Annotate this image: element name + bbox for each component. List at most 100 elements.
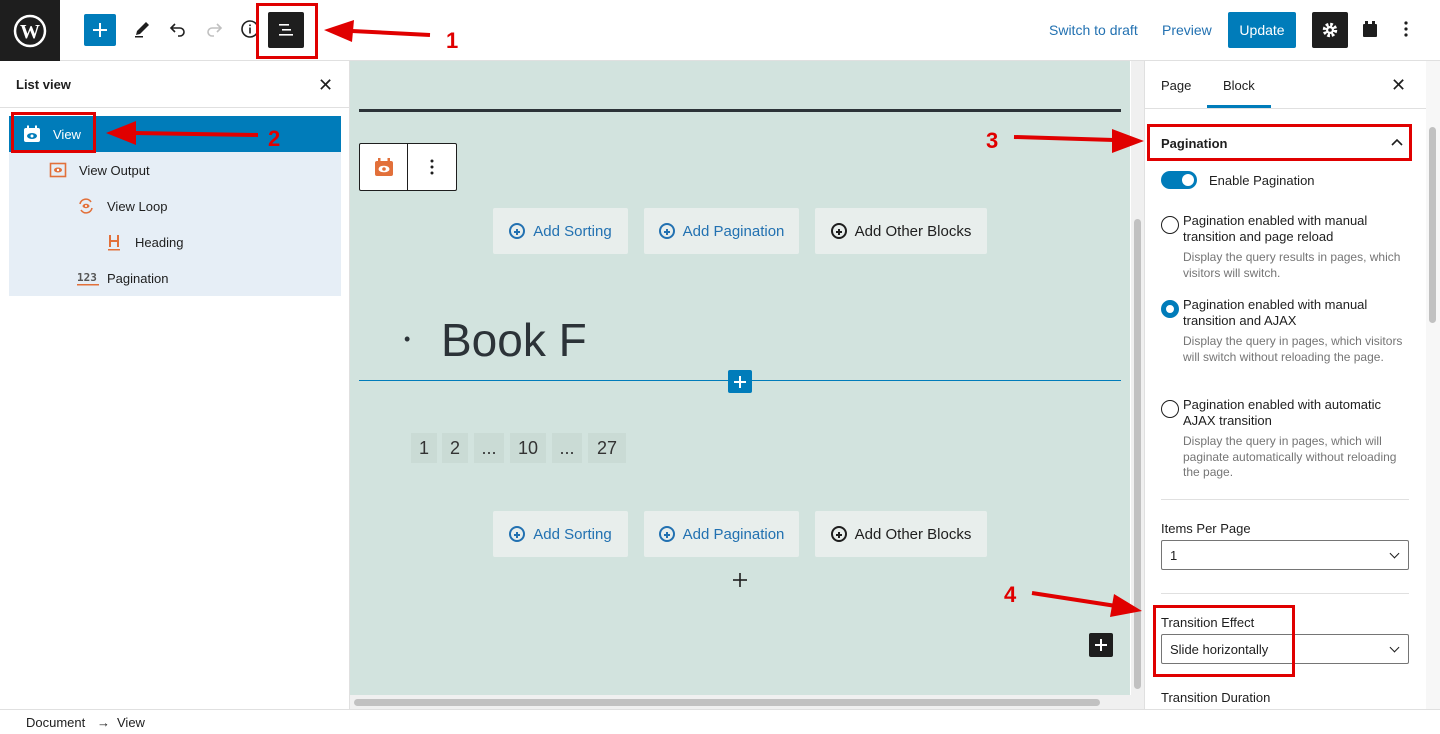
add-circle-icon — [509, 223, 526, 239]
pagination-page[interactable]: 27 — [588, 433, 626, 463]
tab-block[interactable]: Block — [1223, 78, 1255, 93]
append-block-button[interactable] — [1089, 633, 1113, 657]
pagination-page[interactable]: 1 — [411, 433, 437, 463]
block-options-button[interactable] — [408, 144, 456, 190]
add-circle-icon — [830, 223, 847, 239]
scroll-thumb[interactable] — [354, 699, 1100, 706]
annotation-box-1 — [256, 3, 318, 59]
divider — [0, 107, 350, 108]
block-toolbar — [359, 143, 457, 191]
enable-pagination-toggle[interactable] — [1161, 171, 1197, 189]
add-pagination-button[interactable]: Add Pagination — [644, 208, 799, 254]
heading-icon — [108, 235, 120, 251]
add-circle-icon — [509, 526, 526, 542]
items-per-page-select[interactable]: 1 — [1161, 540, 1409, 570]
list-view-title: List view — [16, 77, 71, 92]
enable-pagination-label: Enable Pagination — [1209, 173, 1315, 188]
annotation-box-4 — [1153, 605, 1295, 677]
annotation-number-3: 3 — [986, 128, 999, 153]
add-block-button[interactable] — [84, 14, 116, 46]
option-help: Display the query in pages, which will p… — [1183, 434, 1397, 479]
svg-text:W: W — [20, 21, 40, 43]
more-vertical-icon — [1404, 21, 1408, 37]
add-other-blocks-button[interactable]: Add Other Blocks — [815, 511, 987, 557]
view-output-icon — [49, 162, 67, 178]
annotation-arrow-2 — [106, 121, 259, 145]
add-other-blocks-button[interactable]: Add Other Blocks — [815, 208, 987, 254]
annotation-number-1: 1 — [446, 28, 459, 53]
tree-item-heading[interactable]: Heading — [105, 224, 183, 260]
settings-button[interactable] — [1312, 12, 1348, 48]
plus-icon — [93, 23, 107, 37]
option-help: Display the query results in pages, whic… — [1183, 250, 1401, 280]
plus-icon — [733, 573, 747, 587]
radio-manual-ajax[interactable] — [1161, 300, 1179, 318]
pencil-icon — [135, 22, 149, 38]
add-circle-icon — [658, 223, 675, 239]
sidebar-scrollbar[interactable] — [1426, 61, 1440, 709]
preview-button[interactable]: Preview — [1162, 22, 1212, 38]
breadcrumb-view[interactable]: View — [117, 715, 145, 730]
update-button[interactable]: Update — [1228, 12, 1296, 48]
annotation-arrow-3 — [1013, 129, 1144, 153]
block-type-button[interactable] — [360, 144, 408, 190]
pagination-icon: 123 — [77, 271, 99, 286]
tab-page[interactable]: Page — [1161, 78, 1191, 93]
tools-button[interactable] — [126, 13, 158, 45]
pagination-page[interactable]: 10 — [510, 433, 546, 463]
plugin-button[interactable] — [1354, 13, 1386, 45]
option-title: Pagination enabled with manual transitio… — [1183, 213, 1368, 244]
annotation-arrow-1 — [324, 20, 431, 42]
annotation-box-3 — [1147, 124, 1412, 161]
close-icon[interactable]: ✕ — [1391, 75, 1406, 96]
tree-item-label: View Loop — [107, 198, 168, 214]
transition-duration-label: Transition Duration — [1161, 690, 1271, 705]
option-title: Pagination enabled with automatic AJAX t… — [1183, 397, 1382, 428]
inserter-button[interactable] — [728, 370, 752, 393]
radio-page-reload[interactable] — [1161, 216, 1179, 234]
add-sorting-button[interactable]: Add Sorting — [493, 208, 628, 254]
tree-item-view-loop[interactable]: View Loop — [77, 188, 167, 224]
annotation-number-2: 2 — [268, 126, 281, 151]
view-block-icon — [374, 158, 393, 176]
chevron-down-icon — [1389, 548, 1400, 559]
options-button[interactable] — [1390, 13, 1422, 45]
add-block-inline-button[interactable] — [733, 573, 747, 587]
add-circle-icon — [658, 526, 675, 542]
add-circle-icon — [830, 526, 847, 542]
tree-item-view-output[interactable]: View Output — [49, 152, 150, 188]
add-sorting-button[interactable]: Add Sorting — [493, 511, 628, 557]
items-per-page-label: Items Per Page — [1161, 521, 1251, 536]
breadcrumb: Document → View — [0, 709, 1440, 734]
divider — [1145, 108, 1426, 109]
switch-to-draft-button[interactable]: Switch to draft — [1049, 22, 1138, 38]
editor-header: W Switch to draft Preview Update — [0, 0, 1440, 61]
breadcrumb-separator: → — [97, 715, 110, 730]
annotation-number-4: 4 — [1004, 582, 1017, 607]
tree-item-label: Pagination — [107, 270, 169, 286]
plus-icon — [734, 375, 746, 388]
scroll-thumb[interactable] — [1429, 127, 1436, 323]
add-pagination-button[interactable]: Add Pagination — [644, 511, 799, 557]
redo-icon — [207, 23, 223, 37]
undo-button[interactable] — [162, 13, 194, 45]
divider — [1161, 499, 1409, 500]
option-title: Pagination enabled with manual transitio… — [1183, 297, 1368, 328]
wordpress-logo-icon[interactable]: W — [0, 0, 60, 61]
annotation-box-2 — [11, 112, 96, 153]
pagination-ellipsis: ... — [552, 433, 582, 463]
separator-line — [359, 109, 1121, 112]
plugin-icon — [1363, 21, 1377, 37]
canvas-horizontal-scrollbar[interactable] — [350, 695, 1144, 709]
close-icon[interactable]: ✕ — [318, 75, 333, 96]
pagination-page[interactable]: 2 — [442, 433, 468, 463]
book-heading[interactable]: Book F — [441, 317, 587, 363]
breadcrumb-document[interactable]: Document — [26, 715, 85, 730]
list-bullet: • — [404, 329, 411, 349]
tree-item-label: Heading — [135, 234, 184, 250]
radio-automatic-ajax[interactable] — [1161, 400, 1179, 418]
tree-item-pagination[interactable]: 123 Pagination — [77, 260, 168, 296]
more-vertical-icon — [430, 159, 434, 175]
redo-button[interactable] — [198, 13, 230, 45]
undo-icon — [169, 23, 185, 37]
